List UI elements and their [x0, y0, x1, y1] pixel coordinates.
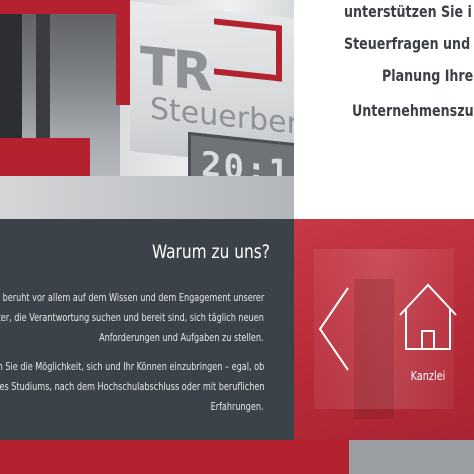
- nav-tile-background-door: [354, 279, 394, 419]
- why-us-p2-line-1: en Sie die Möglichkeit, sich und Ihr Kön…: [0, 360, 264, 373]
- logo-box-shape: [214, 18, 282, 82]
- photo-red-block: [0, 138, 90, 176]
- previous-arrow-button[interactable]: [314, 284, 358, 374]
- hero-photo: TR Steuerbera 20:1: [0, 0, 294, 219]
- photo-red-bar: [0, 0, 130, 14]
- chevron-left-icon: [318, 287, 349, 371]
- kanzlei-link[interactable]: Kanzlei: [397, 281, 467, 389]
- why-us-p2-line-2: des Studiums, nach dem Hochschulabschlus…: [0, 380, 264, 393]
- kanzlei-label: Kanzlei: [410, 369, 446, 383]
- footer-grey-strip: [349, 440, 474, 474]
- intro-line-3: Planung Ihre: [382, 66, 474, 85]
- why-us-p1-line-3: Anforderungen und Aufgaben zu stellen.: [99, 331, 264, 344]
- why-us-p2-line-3: Erfahrungen.: [211, 400, 264, 413]
- nav-tile: Kanzlei: [294, 219, 474, 440]
- why-us-p1-line-1: olg beruht vor allem auf dem Wissen und …: [0, 291, 264, 304]
- why-us-title: Warum zu uns?: [152, 241, 270, 263]
- intro-line-4: Unternehmenszu: [352, 101, 474, 120]
- intro-text-block: unterstützen Sie i Steuerfragen und Plan…: [294, 0, 474, 219]
- photo-window-frame: [0, 0, 22, 140]
- intro-line-1: unterstützen Sie i: [344, 2, 472, 21]
- why-us-panel: Warum zu uns? olg beruht vor allem auf d…: [0, 219, 294, 440]
- why-us-p1-line-2: beiter, die Verantwortung suchen und ber…: [0, 311, 264, 324]
- house-icon: [399, 283, 457, 350]
- photo-red-bar-vertical: [116, 0, 130, 105]
- photo-ground: [0, 176, 294, 219]
- photo-pillar: [36, 0, 50, 140]
- intro-line-2: Steuerfragen und: [344, 34, 471, 53]
- footer-red-strip: [0, 440, 349, 474]
